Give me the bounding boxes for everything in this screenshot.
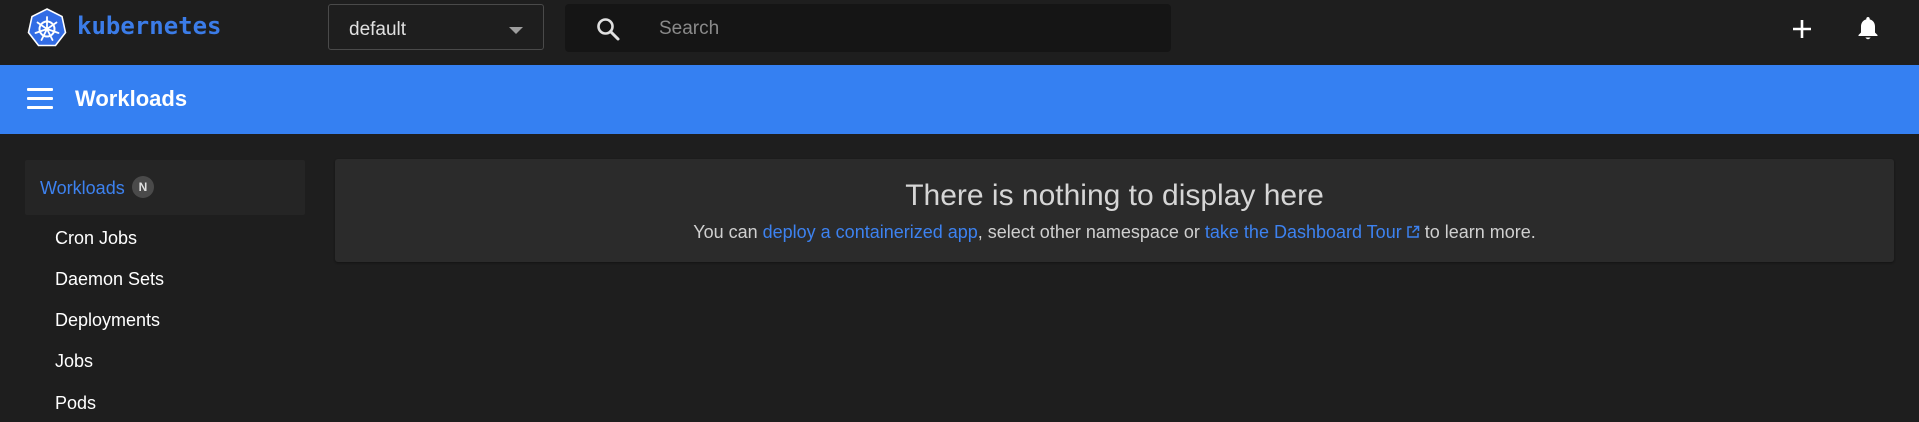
page-title: Workloads: [75, 86, 188, 111]
namespaced-badge: N: [132, 176, 154, 198]
add-resource-button[interactable]: [1787, 14, 1817, 44]
search-input[interactable]: [657, 14, 1141, 44]
search-icon: [595, 16, 621, 42]
hamburger-menu-icon[interactable]: [27, 88, 53, 110]
message-prefix: You can: [693, 222, 763, 242]
sidebar-item-label: Workloads: [40, 178, 125, 198]
notifications-button[interactable]: [1853, 13, 1883, 43]
page-header: Workloads: [0, 65, 1919, 134]
message-suffix: to learn more.: [1419, 222, 1536, 242]
deploy-app-link[interactable]: deploy a containerized app: [763, 222, 978, 242]
search-bar[interactable]: [565, 4, 1171, 52]
kubernetes-logo-icon[interactable]: [27, 8, 67, 48]
empty-state-title: There is nothing to display here: [905, 179, 1324, 212]
bell-icon: [1858, 17, 1878, 40]
dashboard-tour-label: take the Dashboard Tour: [1204, 222, 1402, 242]
empty-state-card: There is nothing to display here You can…: [335, 159, 1894, 262]
namespace-value: default: [349, 19, 407, 40]
sidebar-item-daemon-sets[interactable]: Daemon Sets: [55, 269, 164, 290]
namespace-selector[interactable]: default: [328, 4, 544, 50]
brand-name[interactable]: kubernetes: [77, 12, 222, 40]
open-in-new-icon: [1406, 225, 1419, 238]
message-middle: , select other namespace or: [977, 222, 1205, 242]
sidebar-item-jobs[interactable]: Jobs: [55, 351, 93, 372]
sidebar-item-deployments[interactable]: Deployments: [55, 310, 160, 331]
dashboard-tour-link[interactable]: take the Dashboard Tour: [1205, 222, 1420, 242]
sidebar-item-pods[interactable]: Pods: [55, 393, 96, 414]
empty-state-message: You can deploy a containerized app, sele…: [335, 222, 1894, 243]
plus-icon: [1793, 20, 1811, 38]
top-bar: kubernetes default: [0, 0, 1919, 65]
sidebar-item-workloads[interactable]: Workloads N: [25, 160, 305, 215]
sidebar-item-cron-jobs[interactable]: Cron Jobs: [55, 228, 137, 249]
dropdown-caret-icon: [509, 27, 523, 34]
